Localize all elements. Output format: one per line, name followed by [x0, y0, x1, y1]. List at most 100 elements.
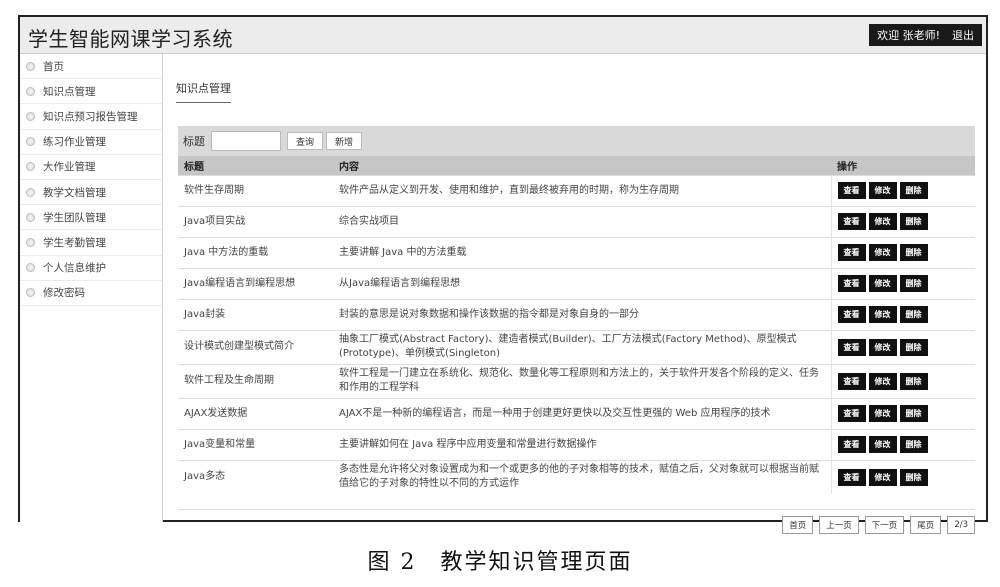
sidebar-item-password[interactable]: 修改密码	[20, 281, 162, 306]
view-button[interactable]: 查看	[837, 182, 866, 199]
edit-button[interactable]: 修改	[868, 372, 897, 390]
bullet-icon	[26, 288, 35, 298]
query-button[interactable]: 查询	[287, 132, 324, 150]
sidebar-item-label: 知识点管理	[43, 85, 96, 98]
view-button[interactable]: 查看	[837, 405, 866, 422]
top-bar: 学生智能网课学习系统 欢迎 张老师! 退出	[20, 17, 986, 54]
cell-actions: 查看 修改 删除	[830, 205, 975, 237]
view-button[interactable]: 查看	[837, 213, 866, 230]
sidebar-item-projects[interactable]: 大作业管理	[20, 155, 162, 180]
delete-button[interactable]: 删除	[899, 372, 928, 390]
view-button[interactable]: 查看	[837, 436, 866, 453]
delete-button[interactable]: 删除	[899, 436, 928, 453]
sidebar-item-preview-report[interactable]: 知识点预习报告管理	[20, 104, 162, 130]
sidebar-item-teams[interactable]: 学生团队管理	[20, 205, 162, 231]
add-button[interactable]: 新增	[326, 132, 363, 150]
delete-button[interactable]: 删除	[899, 468, 928, 486]
bullet-icon	[26, 162, 35, 172]
next-page-button[interactable]: 下一页	[864, 515, 905, 534]
delete-button[interactable]: 删除	[899, 182, 928, 199]
sidebar: 首页 知识点管理 知识点预习报告管理 练习作业管理 大作业管理 教学文档管理 学…	[20, 54, 163, 522]
cell-content: 抽象工厂模式(Abstract Factory)、建造者模式(Builder)、…	[333, 329, 831, 364]
view-button[interactable]: 查看	[837, 306, 866, 323]
cell-title: Java编程语言到编程思想	[178, 267, 333, 299]
sidebar-item-home[interactable]: 首页	[20, 54, 162, 80]
bullet-icon	[26, 86, 35, 96]
cell-content: 封装的意思是说对象数据和操作该数据的指令都是对象自身的一部分	[333, 298, 831, 330]
pagination: 首页 上一页 下一页 尾页 2/3	[178, 509, 975, 539]
main-content: 知识点管理 标题 查询 新增 标题 内容 操作 软件生存周期 软件产品从定义到开发…	[163, 54, 986, 534]
sidebar-item-label: 首页	[43, 60, 64, 73]
search-label: 标题	[183, 135, 205, 148]
table-row: 软件生存周期 软件产品从定义到开发、使用和维护，直到最终被弃用的时期，称为生存周期…	[178, 174, 975, 206]
table-row: Java项目实战 综合实战项目 查看 修改 删除	[178, 205, 975, 237]
sidebar-item-knowledge[interactable]: 知识点管理	[20, 79, 162, 105]
edit-button[interactable]: 修改	[868, 213, 897, 230]
knowledge-table: 标题 内容 操作 软件生存周期 软件产品从定义到开发、使用和维护，直到最终被弃用的…	[178, 156, 975, 494]
edit-button[interactable]: 修改	[868, 306, 897, 323]
view-button[interactable]: 查看	[837, 372, 866, 390]
cell-content: 多态性是允许将父对象设置成为和一个或更多的他的子对象相等的技术，赋值之后，父对象…	[333, 459, 831, 494]
edit-button[interactable]: 修改	[868, 275, 897, 292]
delete-button[interactable]: 删除	[899, 405, 928, 422]
table-row: Java多态 多态性是允许将父对象设置成为和一个或更多的他的子对象相等的技术，赋值…	[178, 459, 975, 494]
sidebar-item-label: 修改密码	[43, 287, 85, 300]
figure-caption: 图 2 教学知识管理页面	[367, 550, 633, 575]
delete-button[interactable]: 删除	[899, 306, 928, 323]
edit-button[interactable]: 修改	[868, 182, 897, 199]
header-content: 内容	[333, 156, 831, 175]
table-row: Java 中方法的重载 主要讲解 Java 中的方法重载 查看 修改 删除	[178, 236, 975, 268]
cell-content: 主要讲解如何在 Java 程序中应用变量和常量进行数据操作	[333, 428, 831, 460]
cell-content: 软件工程是一门建立在系统化、规范化、数量化等工程原则和方法上的，关于软件开发各个…	[333, 363, 831, 398]
sidebar-item-profile[interactable]: 个人信息维护	[20, 256, 162, 281]
search-bar: 标题 查询 新增	[178, 126, 975, 156]
sidebar-item-exercises[interactable]: 练习作业管理	[20, 130, 162, 155]
bullet-icon	[26, 187, 35, 197]
view-button[interactable]: 查看	[837, 275, 866, 292]
app-title: 学生智能网课学习系统	[28, 27, 233, 51]
title-search-input[interactable]	[211, 131, 281, 151]
cell-title: Java变量和常量	[178, 428, 333, 460]
bullet-icon	[26, 212, 35, 222]
table-row: Java封装 封装的意思是说对象数据和操作该数据的指令都是对象自身的一部分 查看 修改…	[178, 298, 975, 330]
delete-button[interactable]: 删除	[899, 338, 928, 356]
cell-actions: 查看 修改 删除	[830, 236, 975, 268]
bullet-icon	[26, 137, 35, 147]
sidebar-item-label: 学生团队管理	[43, 211, 106, 224]
table-row: Java编程语言到编程思想 从Java编程语言到编程思想 查看 修改 删除	[178, 267, 975, 299]
cell-actions: 查看 修改 删除	[830, 428, 975, 460]
sidebar-item-label: 练习作业管理	[43, 136, 106, 149]
delete-button[interactable]: 删除	[899, 275, 928, 292]
header-actions: 操作	[831, 156, 975, 175]
cell-actions: 查看 修改 删除	[830, 298, 975, 330]
first-page-button[interactable]: 首页	[782, 515, 814, 534]
cell-title: Java 中方法的重载	[178, 236, 333, 268]
prev-page-button[interactable]: 上一页	[819, 515, 859, 534]
view-button[interactable]: 查看	[837, 468, 866, 486]
sidebar-item-attendance[interactable]: 学生考勤管理	[20, 230, 162, 256]
edit-button[interactable]: 修改	[868, 338, 897, 356]
logout-link[interactable]: 退出	[952, 27, 974, 43]
edit-button[interactable]: 修改	[868, 436, 897, 453]
sidebar-item-label: 大作业管理	[43, 161, 96, 174]
cell-actions: 查看 修改 删除	[830, 459, 975, 494]
edit-button[interactable]: 修改	[868, 244, 897, 261]
delete-button[interactable]: 删除	[899, 213, 928, 230]
sidebar-item-label: 知识点预习报告管理	[43, 110, 138, 123]
cell-actions: 查看 修改 删除	[830, 397, 975, 429]
sidebar-item-label: 个人信息维护	[43, 262, 106, 275]
cell-content: 从Java编程语言到编程思想	[333, 267, 831, 299]
edit-button[interactable]: 修改	[868, 468, 897, 486]
sidebar-item-documents[interactable]: 教学文档管理	[20, 180, 162, 206]
bullet-icon	[26, 61, 35, 71]
delete-button[interactable]: 删除	[899, 244, 928, 261]
last-page-button[interactable]: 尾页	[910, 515, 942, 534]
bullet-icon	[26, 111, 35, 121]
welcome-text: 欢迎 张老师!	[877, 29, 940, 42]
view-button[interactable]: 查看	[837, 338, 866, 356]
table-row: Java变量和常量 主要讲解如何在 Java 程序中应用变量和常量进行数据操作 查看…	[178, 428, 975, 460]
view-button[interactable]: 查看	[837, 244, 866, 261]
bullet-icon	[26, 263, 35, 273]
edit-button[interactable]: 修改	[868, 405, 897, 422]
table-header-row: 标题 内容 操作	[178, 156, 975, 175]
